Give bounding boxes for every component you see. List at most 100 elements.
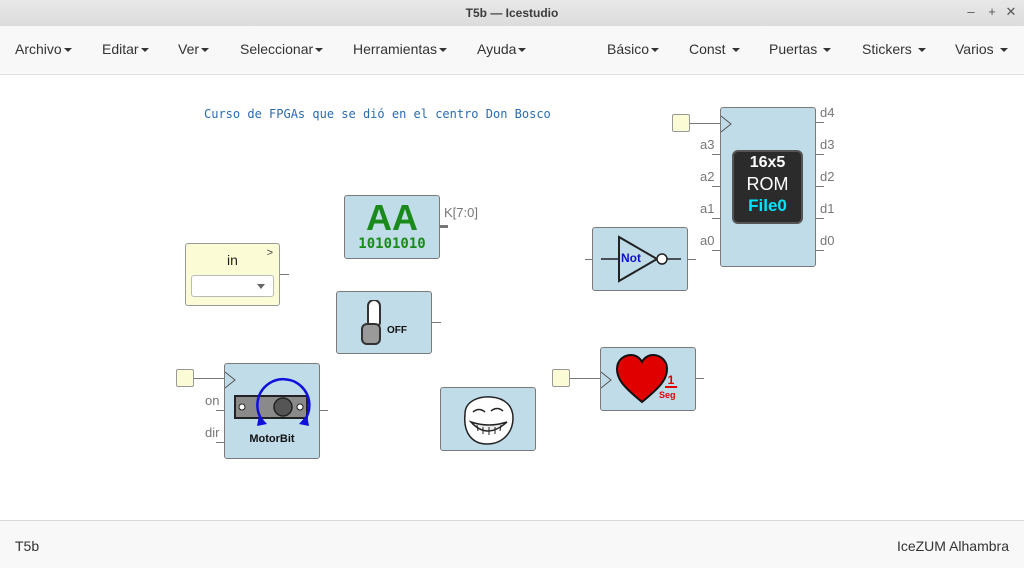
- not-gate-block[interactable]: Not: [592, 227, 688, 291]
- pin-select[interactable]: [191, 275, 274, 297]
- menu-editar-label: Editar: [102, 41, 139, 57]
- rom-clk-terminal[interactable]: [672, 114, 690, 132]
- motor-clk-terminal[interactable]: [176, 369, 194, 387]
- chevron-down-icon: [917, 48, 926, 53]
- rom-a0-wire: [712, 250, 720, 251]
- rom-pin-d1: d1: [820, 201, 835, 216]
- status-bar: T5b IceZUM Alhambra: [0, 520, 1024, 568]
- menu-seleccionar[interactable]: Seleccionar: [240, 41, 324, 57]
- rom-d2-wire: [816, 186, 824, 187]
- not-label: Not: [621, 251, 641, 265]
- menu-ver[interactable]: Ver: [178, 41, 210, 57]
- rom-pin-a0: a0: [700, 233, 715, 248]
- constant-port-label: K[7:0]: [444, 205, 478, 220]
- heart-clk-terminal[interactable]: [552, 369, 570, 387]
- menu-ayuda-label: Ayuda: [477, 41, 517, 57]
- clock-triangle-icon: [721, 115, 732, 133]
- not-output-wire: [688, 259, 696, 260]
- motor-output-wire: [320, 410, 328, 411]
- rom-pin-a3: a3: [700, 137, 715, 152]
- chevron-down-icon: [315, 48, 324, 53]
- menu-bar: Archivo Editar Ver Seleccionar Herramien…: [0, 26, 1024, 75]
- rom-pin-d0: d0: [820, 233, 835, 248]
- window-title: T5b — Icestudio: [465, 6, 559, 20]
- chevron-down-icon: [731, 48, 740, 53]
- rom-a3-wire: [712, 154, 720, 155]
- title-bar: T5b — Icestudio – + ✕: [0, 0, 1024, 27]
- clock-triangle-icon: [601, 371, 612, 389]
- rom-d3-wire: [816, 154, 824, 155]
- rom-block[interactable]: 16x5 ROM File0: [720, 107, 816, 267]
- motor-clk-wire: [194, 378, 224, 379]
- rom-d1-wire: [816, 218, 824, 219]
- rom-pin-d2: d2: [820, 169, 835, 184]
- menu-ver-label: Ver: [178, 41, 200, 57]
- menu-varios[interactable]: Varios: [955, 41, 1008, 57]
- minimize-button[interactable]: –: [963, 4, 979, 19]
- rom-pin-d4: d4: [820, 105, 835, 120]
- chevron-down-icon: [518, 48, 527, 53]
- toggle-switch-icon: [361, 300, 381, 345]
- chevron-down-icon: [999, 48, 1008, 53]
- switch-state: OFF: [387, 325, 407, 336]
- menu-puertas[interactable]: Puertas: [769, 41, 832, 57]
- motor-pin-dir: dir: [205, 425, 220, 440]
- menu-seleccionar-label: Seleccionar: [240, 41, 314, 57]
- menu-editar[interactable]: Editar: [102, 41, 149, 57]
- menu-puertas-label: Puertas: [769, 41, 818, 57]
- switch-block[interactable]: OFF: [336, 291, 432, 354]
- input-block[interactable]: in >: [185, 243, 280, 306]
- menu-const[interactable]: Const: [689, 41, 740, 57]
- close-button[interactable]: ✕: [1003, 4, 1019, 20]
- menu-archivo[interactable]: Archivo: [15, 41, 72, 57]
- chip-icon: 16x5 ROM File0: [734, 152, 801, 222]
- switch-output-wire: [432, 322, 441, 323]
- heartbeat-block[interactable]: 1 Seg: [600, 347, 696, 411]
- status-board-name[interactable]: IceZUM Alhambra: [897, 538, 1009, 554]
- rom-a2-wire: [712, 186, 720, 187]
- chevron-down-icon: [63, 48, 72, 53]
- rom-clk-wire: [690, 123, 720, 124]
- rom-pin-a2: a2: [700, 169, 715, 184]
- heart-clk-wire: [570, 378, 600, 379]
- input-arrow-label: >: [266, 247, 273, 259]
- not-gate-icon: [601, 235, 681, 283]
- chevron-down-icon: [823, 48, 832, 53]
- constant-block[interactable]: AA 10101010: [344, 195, 440, 259]
- constant-bits: 10101010: [358, 236, 426, 252]
- rom-pin-d3: d3: [820, 137, 835, 152]
- menu-stickers-label: Stickers: [862, 41, 912, 57]
- menu-basico[interactable]: Básico: [607, 41, 660, 57]
- menu-archivo-label: Archivo: [15, 41, 62, 57]
- menu-basico-label: Básico: [607, 41, 650, 57]
- chevron-down-icon: [201, 48, 210, 53]
- info-note[interactable]: Curso de FPGAs que se dió en el centro D…: [204, 107, 551, 121]
- chevron-down-icon: [257, 284, 265, 289]
- rom-a1-wire: [712, 218, 720, 219]
- motor-label: MotorBit: [249, 433, 295, 445]
- chevron-down-icon: [651, 48, 660, 53]
- motor-icon: [234, 377, 311, 426]
- sticker-block[interactable]: [440, 387, 536, 451]
- motor-on-wire: [216, 410, 224, 411]
- menu-ayuda[interactable]: Ayuda: [477, 41, 527, 57]
- rom-pin-a1: a1: [700, 201, 715, 216]
- motor-dir-wire: [216, 442, 224, 443]
- menu-const-label: Const: [689, 41, 726, 57]
- motorbit-block[interactable]: MotorBit: [224, 363, 320, 459]
- motor-pin-on: on: [205, 393, 220, 408]
- heart-period-number: 1: [665, 374, 677, 388]
- heart-period-unit: Seg: [659, 390, 676, 400]
- rom-file-label: File0: [748, 196, 787, 215]
- chevron-down-icon: [140, 48, 149, 53]
- constant-value: AA: [366, 197, 418, 238]
- rom-d0-wire: [816, 250, 824, 251]
- constant-bus-wire: [440, 225, 448, 228]
- rom-d4-wire: [816, 122, 824, 123]
- menu-herramientas[interactable]: Herramientas: [353, 41, 448, 57]
- trollface-icon: [464, 396, 514, 445]
- design-canvas[interactable]: Curso de FPGAs que se dió en el centro D…: [0, 75, 1024, 520]
- chevron-down-icon: [439, 48, 448, 53]
- menu-stickers[interactable]: Stickers: [862, 41, 926, 57]
- maximize-button[interactable]: +: [984, 4, 1000, 19]
